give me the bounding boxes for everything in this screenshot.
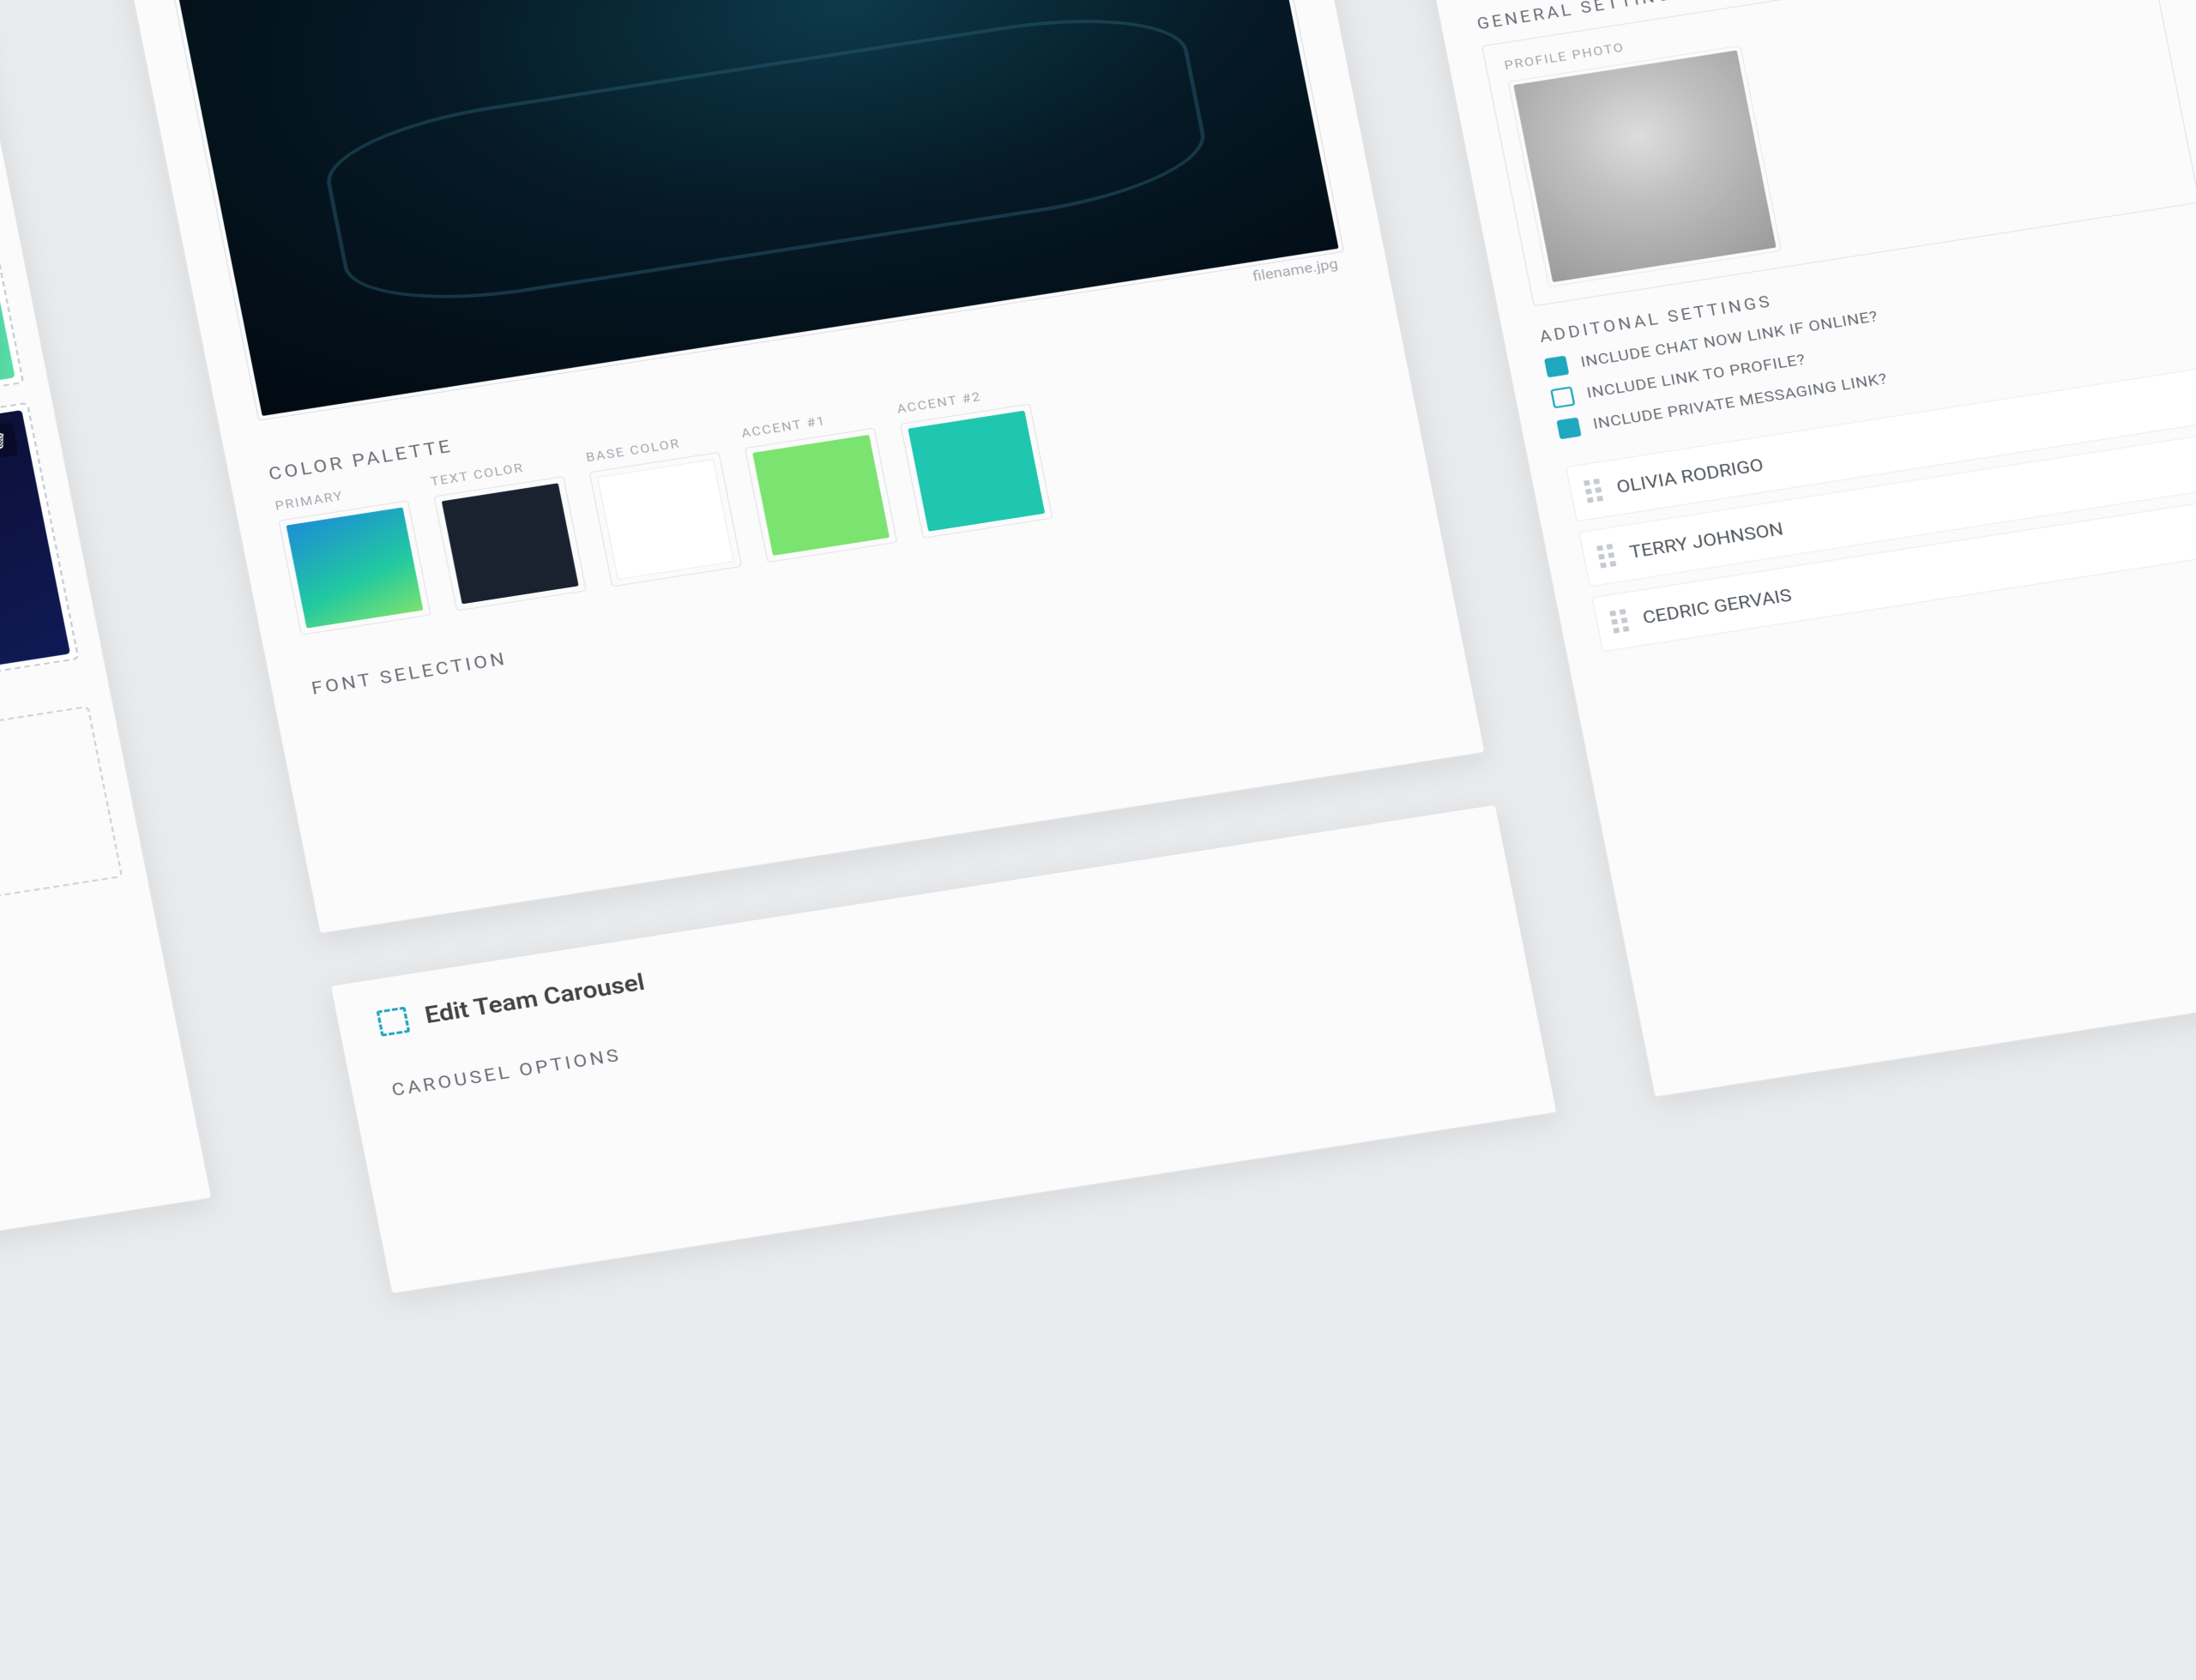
member-name: CEDRIC GERVAIS [1641,584,1794,628]
team-carousel-title: Edit Team Carousel [423,969,647,1029]
member-name: OLIVIA RODRIGO [1614,454,1765,497]
swatch-base[interactable] [589,451,743,587]
carousel-icon [376,1006,410,1036]
swatch-text[interactable] [433,476,587,611]
swatch-accent1[interactable] [745,427,898,563]
drag-handle-icon[interactable] [1609,608,1629,633]
drag-handle-icon[interactable] [1596,543,1616,568]
team-carousel-panel: Edit Team Carousel CAROUSEL OPTIONS [330,804,1558,1294]
row-pager[interactable] [0,674,85,817]
appearance-editor-panel: Upload a background image below. Dimensi… [104,0,1486,934]
drag-handle-icon[interactable] [1584,478,1603,503]
checkbox-icon [1544,355,1569,377]
arcade-card[interactable]: ⚙ 🗑 TRY OUR VIRTUAL ARCADE READY TO PLAY… [0,401,80,723]
swatch-accent2[interactable] [900,403,1053,539]
empty-row: + New Row [0,705,123,1008]
image-preview [173,0,1339,416]
profile-photo-frame[interactable] [1508,45,1783,286]
carousel-settings-panel: CAROUSEL OPTIONS CAROUSEL TRANSITION Swi… [1373,0,2196,1097]
member-name: TERRY JOHNSON [1627,518,1784,563]
image-preview-frame[interactable]: filename.jpg [167,0,1344,420]
profile-photo [1513,50,1776,282]
checkbox-icon [1556,417,1581,439]
swatch-primary[interactable] [278,500,431,635]
trash-icon[interactable]: 🗑 [0,422,19,461]
checkbox-icon [1550,386,1575,408]
